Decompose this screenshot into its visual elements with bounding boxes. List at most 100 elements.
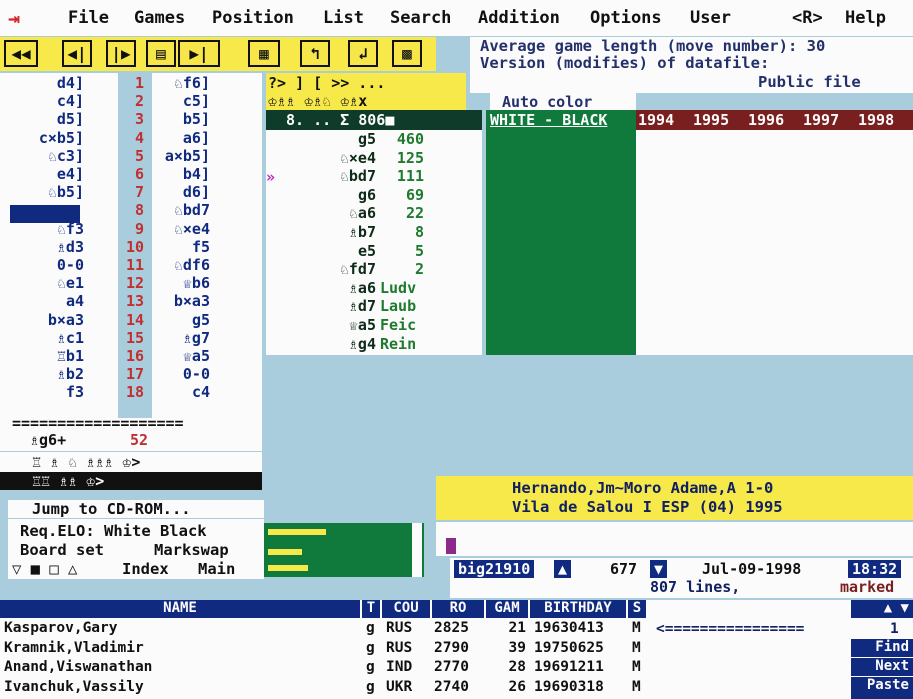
markswap-button[interactable]: Markswap	[154, 541, 229, 559]
board-set-button[interactable]: Board set	[20, 541, 104, 559]
black-move[interactable]: a×b5]	[150, 147, 210, 165]
tree-move[interactable]: ♗a6	[266, 279, 376, 297]
black-move[interactable]: 0-0	[150, 365, 210, 383]
tree-header-icons[interactable]: ♔♗♗ ♔♗♘ ♔♗x	[268, 92, 367, 110]
year-header[interactable]: 1997	[803, 111, 839, 129]
scroll-down-icon[interactable]: ▼	[650, 560, 668, 578]
main-button[interactable]: Main	[198, 560, 235, 578]
find-button[interactable]: Find	[851, 639, 913, 657]
black-move[interactable]: c4	[150, 383, 210, 401]
tree-move[interactable]: g6	[266, 186, 376, 204]
tree-move[interactable]: ♗g4	[266, 335, 376, 353]
black-move[interactable]: d6]	[150, 183, 210, 201]
variation-button[interactable]: ▤	[146, 40, 176, 67]
menu-position[interactable]: Position	[212, 8, 294, 28]
white-move[interactable]: d4]	[0, 74, 84, 92]
table-updown-button[interactable]: ▲ ▼	[851, 600, 913, 618]
next-button[interactable]: Next	[851, 658, 913, 676]
scroll-up-icon[interactable]: ▲	[554, 560, 572, 578]
black-move[interactable]: ♗g7	[150, 329, 210, 347]
prev-move-button[interactable]: ◀|	[62, 40, 92, 67]
menu-r[interactable]: <R>	[792, 8, 823, 28]
tree-move[interactable]: ♕a5	[266, 316, 376, 334]
black-move[interactable]: ♘df6	[150, 256, 210, 274]
col-rating[interactable]: RO	[432, 600, 486, 618]
next-move-button[interactable]: |▶	[106, 40, 136, 67]
year-header[interactable]: 1996	[748, 111, 784, 129]
black-move[interactable]: f5	[150, 238, 210, 256]
black-move[interactable]: g5	[150, 311, 210, 329]
menu-file[interactable]: File	[68, 8, 109, 28]
white-move[interactable]: ♘c3]	[0, 147, 84, 165]
menu-options[interactable]: Options	[590, 8, 662, 28]
player-name[interactable]: Kramnik,Vladimir	[4, 640, 144, 656]
notes-area[interactable]	[436, 522, 913, 556]
black-move[interactable]: c5]	[150, 92, 210, 110]
col-title[interactable]: T	[362, 600, 382, 618]
col-sex[interactable]: S	[628, 600, 648, 618]
year-header[interactable]: 1998	[858, 111, 894, 129]
year-header[interactable]: 1994	[638, 111, 674, 129]
white-move[interactable]: b×a3	[0, 311, 84, 329]
tree-move[interactable]: ♘bd7	[266, 167, 376, 185]
mini-scrollbar[interactable]	[412, 523, 422, 577]
menu-games[interactable]: Games	[134, 8, 185, 28]
player-name[interactable]: Anand,Viswanathan	[4, 659, 152, 675]
menu-search[interactable]: Search	[390, 8, 451, 28]
player-name[interactable]: Ivanchuk,Vassily	[4, 679, 144, 695]
paste-button[interactable]: Paste	[851, 677, 913, 699]
white-move[interactable]: ♗d3	[0, 238, 84, 256]
black-move[interactable]: b4]	[150, 165, 210, 183]
menu-addition[interactable]: Addition	[478, 8, 560, 28]
app-exit-icon[interactable]: ⇥	[8, 6, 20, 30]
tree-move[interactable]: ♗b7	[266, 223, 376, 241]
white-move[interactable]: e4]	[0, 165, 84, 183]
tree-header-nav[interactable]: ?> ] [ >> ...	[268, 74, 385, 92]
menu-list[interactable]: List	[323, 8, 364, 28]
jump-cdrom-button[interactable]: Jump to CD-ROM...	[32, 500, 191, 518]
first-move-button[interactable]: ◀◀	[4, 40, 38, 67]
menu-user[interactable]: User	[690, 8, 731, 28]
black-move[interactable]: a6]	[150, 129, 210, 147]
grid-button[interactable]: ▩	[392, 40, 422, 67]
black-move[interactable]: ♕b6	[150, 274, 210, 292]
white-move[interactable]: ♗b2	[0, 365, 84, 383]
tree-move[interactable]: ♘×e4	[266, 149, 376, 167]
req-elo-button[interactable]: Req.ELO: White Black	[20, 522, 207, 540]
white-move[interactable]: a4	[0, 292, 84, 310]
auto-color-label[interactable]: Auto color	[490, 93, 636, 111]
index-button[interactable]: Index	[122, 560, 169, 578]
black-move[interactable]: ♘f6]	[150, 74, 210, 92]
player-name[interactable]: Kasparov,Gary	[4, 620, 118, 636]
black-move[interactable]: b5]	[150, 110, 210, 128]
white-move[interactable]: ♘e1	[0, 274, 84, 292]
white-move[interactable]: c×b5]	[0, 129, 84, 147]
takeback-button[interactable]: ↰	[300, 40, 330, 67]
col-country[interactable]: COU	[382, 600, 432, 618]
black-move[interactable]: ♘bd7	[150, 201, 210, 219]
insert-button[interactable]: ↲	[348, 40, 378, 67]
last-move-button[interactable]: ▶|	[178, 40, 220, 67]
tree-move[interactable]: ♘fd7	[266, 260, 376, 278]
menu-help[interactable]: Help	[845, 8, 886, 28]
tree-move[interactable]: g5	[266, 130, 376, 148]
board-button[interactable]: ▦	[248, 40, 280, 67]
year-header[interactable]: 1995	[693, 111, 729, 129]
tree-move[interactable]: ♗d7	[266, 297, 376, 315]
black-move[interactable]: b×a3	[150, 292, 210, 310]
white-move[interactable]: c4]	[0, 92, 84, 110]
arrows-icon[interactable]: ▽ ■ □ △	[12, 560, 77, 578]
white-move[interactable]: d5]	[0, 110, 84, 128]
tree-move[interactable]: e5	[266, 242, 376, 260]
black-move[interactable]: ♕a5	[150, 347, 210, 365]
col-name[interactable]: NAME	[0, 600, 362, 618]
white-move[interactable]: ♘b5]	[0, 183, 84, 201]
col-birthday[interactable]: BIRTHDAY	[530, 600, 628, 618]
tree-move[interactable]: ♘a6	[266, 204, 376, 222]
white-move[interactable]: ♗c1	[0, 329, 84, 347]
col-games[interactable]: GAM	[486, 600, 530, 618]
white-move[interactable]: ♖b1	[0, 347, 84, 365]
white-move[interactable]: f3	[0, 383, 84, 401]
white-move[interactable]: 0-0	[0, 256, 84, 274]
black-move[interactable]: ♘×e4	[150, 220, 210, 238]
